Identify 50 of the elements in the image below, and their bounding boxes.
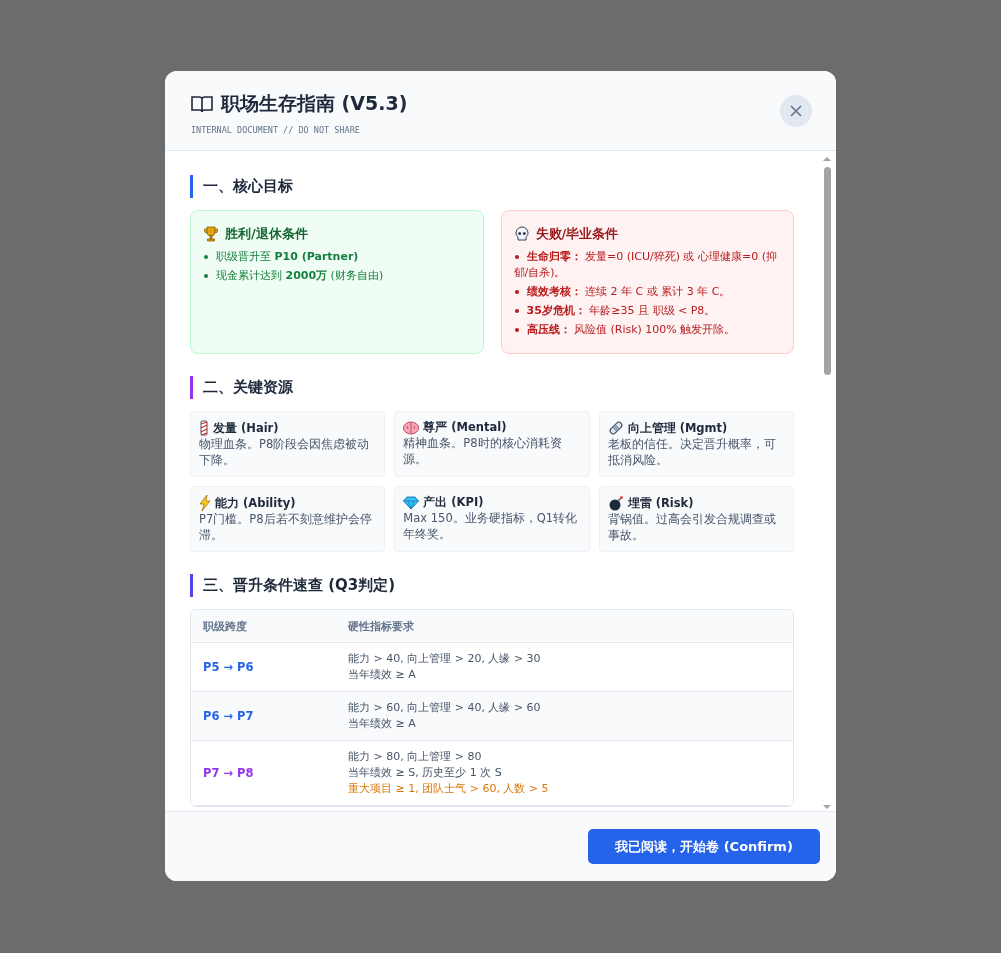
resource-name: 产出 (KPI) <box>423 495 484 510</box>
requirement-line: 当年绩效 ≥ A <box>348 716 417 732</box>
resource-name: 尊严 (Mental) <box>423 420 507 435</box>
requirement-line: 重大项目 ≥ 1, 团队士气 > 60, 人数 > 5 <box>348 781 549 797</box>
resource-description: P7门槛。P8后若不刻意维护会停滞。 <box>199 511 373 543</box>
requirement-line: 能力 > 80, 向上管理 > 80 <box>348 749 483 765</box>
column-header: 硬性指标要求 <box>348 618 414 634</box>
requirement-line: 当年绩效 ≥ S, 历史至少 1 次 S <box>348 765 503 781</box>
lightning-icon <box>199 495 211 511</box>
book-icon <box>191 95 213 113</box>
scrollbar-thumb[interactable] <box>823 167 831 375</box>
dialog-subtitle: INTERNAL DOCUMENT // DO NOT SHARE <box>191 125 361 135</box>
condition-item: 现金累计达到 2000万 (财务自由) <box>203 268 471 284</box>
trophy-icon <box>203 226 219 242</box>
section-heading: 一、核心目标 <box>190 175 794 198</box>
condition-item: 生命归零： 发量=0 (ICU/猝死) 或 心理健康=0 (抑郁/自杀)。 <box>513 249 781 281</box>
resource-description: 精神血条。P8时的核心消耗资源。 <box>403 435 563 467</box>
condition-item: 绩效考核： 连续 2 年 C 或 累计 3 年 C。 <box>513 284 781 300</box>
resource-name: 向上管理 (Mgmt) <box>627 420 728 436</box>
scroll-up-icon[interactable] <box>822 155 832 163</box>
skull-icon <box>513 226 530 242</box>
level-cell-text: P5 → P6 <box>202 660 255 674</box>
resource-name: 能力 (Ability) <box>215 495 296 511</box>
resource-description: 背锅值。过高会引发合规调查或事故。 <box>607 511 777 543</box>
brain-icon <box>403 420 420 435</box>
barber-pole-icon <box>199 420 209 436</box>
condition-item: 职级晋升至 P10 (Partner) <box>203 249 471 265</box>
resource-name: 埋雷 (Risk) <box>627 495 694 511</box>
level-cell-text: P7 → P8 <box>202 766 255 780</box>
resource-description: 老板的信任。决定晋升概率，可抵消风险。 <box>607 436 777 468</box>
confirm-button[interactable]: 我已阅读，开始卷 (Confirm) <box>588 829 820 864</box>
section-heading: 二、关键资源 <box>190 376 794 399</box>
requirement-line: 当年绩效 ≥ A <box>348 667 417 683</box>
card-title: 失败/毕业条件 <box>535 225 619 243</box>
resource-name: 发量 (Hair) <box>213 420 279 436</box>
condition-item: 高压线： 风险值 (Risk) 100% 触发开除。 <box>513 322 781 338</box>
section-heading: 三、晋升条件速查 (Q3判定) <box>190 574 794 597</box>
condition-item: 35岁危机： 年龄≥35 且 职级 < P8。 <box>513 303 781 319</box>
level-cell-text: P6 → P7 <box>202 709 255 723</box>
dialog-title: 职场生存指南 (V5.3) <box>221 91 408 116</box>
resource-description: 物理血条。P8阶段会因焦虑被动下降。 <box>199 436 371 468</box>
card-title: 胜利/退休条件 <box>225 225 308 243</box>
close-icon <box>789 104 803 118</box>
gem-icon <box>403 495 420 510</box>
bomb-icon <box>607 495 624 511</box>
close-button[interactable] <box>780 95 812 127</box>
requirement-line: 能力 > 60, 向上管理 > 40, 人缘 > 60 <box>348 700 541 716</box>
requirement-line: 能力 > 40, 向上管理 > 20, 人缘 > 30 <box>348 651 541 667</box>
column-header: 职级跨度 <box>202 618 248 634</box>
resource-description: Max 150。业务硬指标，Q1转化年终奖。 <box>403 510 579 542</box>
